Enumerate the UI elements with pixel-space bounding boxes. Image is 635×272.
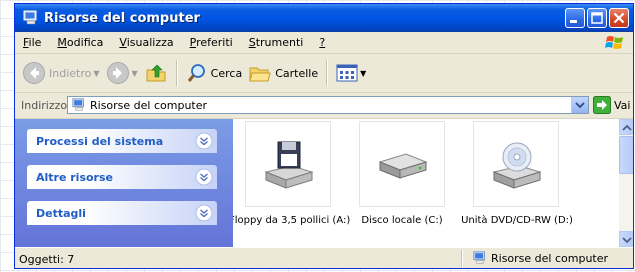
menu-accel: ? — [319, 36, 326, 49]
forward-dropdown-icon[interactable]: ▼ — [132, 69, 138, 78]
drive-item-local-disk[interactable] — [359, 121, 445, 207]
scroll-up-button[interactable] — [619, 119, 633, 135]
hard-disk-icon — [378, 153, 428, 179]
address-bar: Indirizzo Risorse del computer Vai — [15, 93, 633, 119]
scroll-thumb[interactable] — [619, 136, 633, 174]
menu-accel: M — [57, 36, 67, 49]
go-button[interactable]: Vai — [593, 96, 630, 114]
explorer-window: Risorse del computer File Modifica Visua… — [14, 3, 634, 269]
menu-accel: S — [248, 36, 256, 49]
window-controls — [565, 8, 629, 28]
menu-modifica[interactable]: Modifica — [49, 36, 111, 49]
maximize-icon — [591, 12, 603, 24]
menu-accel: V — [119, 36, 127, 49]
standard-toolbar: Indietro ▼ ▼ Cerca Cartelle ▼ — [15, 54, 633, 93]
chevron-down-icon[interactable] — [195, 204, 213, 222]
drive-item-dvd[interactable] — [473, 121, 559, 207]
panel-title: Processi del sistema — [36, 134, 164, 148]
panel-altre-risorse[interactable]: Altre risorse — [27, 165, 217, 189]
minimize-icon — [570, 20, 577, 23]
back-dropdown-icon[interactable]: ▼ — [93, 69, 99, 78]
menu-label: isualizza — [126, 36, 174, 49]
back-label: Indietro — [49, 66, 92, 80]
floppy-drive-icon — [264, 141, 314, 189]
content-area: Processi del sistema Altre risorse Detta… — [15, 119, 633, 247]
status-divider — [461, 250, 463, 267]
address-value: Risorse del computer — [90, 98, 208, 112]
go-label: Vai — [614, 98, 631, 112]
maximize-button[interactable] — [587, 8, 607, 28]
drive-label[interactable]: Disco locale (C:) — [347, 215, 457, 226]
drive-label[interactable]: Unità DVD/CD-RW (D:) — [459, 215, 575, 226]
forward-button[interactable]: ▼ — [103, 58, 141, 88]
status-object-count: Oggetti: 7 — [19, 253, 75, 266]
menu-strumenti[interactable]: Strumenti — [241, 36, 312, 49]
panel-dettagli[interactable]: Dettagli — [27, 201, 217, 225]
close-icon — [613, 12, 625, 24]
my-computer-icon — [23, 10, 37, 25]
address-label: Indirizzo — [21, 99, 68, 112]
chevron-down-icon — [575, 102, 585, 109]
title-bar[interactable]: Risorse del computer — [15, 4, 633, 32]
forward-arrow-icon — [106, 62, 129, 84]
views-button[interactable]: ▼ — [333, 58, 369, 88]
status-location-label: Risorse del computer — [491, 251, 609, 265]
my-computer-icon — [72, 98, 84, 111]
toolbar-separator — [326, 60, 329, 86]
menu-preferiti[interactable]: Preferiti — [182, 36, 241, 49]
search-label: Cerca — [210, 66, 243, 80]
menu-label: trumenti — [255, 36, 304, 49]
chevron-down-icon[interactable] — [195, 132, 213, 150]
up-folder-button[interactable] — [141, 58, 171, 88]
status-location: Risorse del computer — [473, 251, 608, 265]
scroll-down-button[interactable] — [619, 231, 633, 247]
views-icon — [336, 64, 358, 82]
minimize-button[interactable] — [565, 8, 585, 28]
menu-label: odifica — [66, 36, 104, 49]
address-dropdown-button[interactable] — [571, 97, 588, 113]
panel-title: Dettagli — [36, 206, 86, 220]
search-icon — [187, 64, 205, 82]
drive-label[interactable]: Floppy da 3,5 pollici (A:) — [233, 215, 350, 226]
back-arrow-icon — [23, 62, 45, 84]
toolbar-separator — [175, 60, 178, 86]
views-dropdown-icon[interactable]: ▼ — [360, 69, 366, 78]
menu-label: referiti — [196, 36, 233, 49]
window-title: Risorse del computer — [44, 10, 200, 26]
folders-label: Cartelle — [275, 66, 319, 80]
folders-button[interactable]: Cartelle — [245, 58, 321, 88]
back-button[interactable]: Indietro ▼ — [19, 58, 103, 88]
folders-icon — [249, 67, 271, 82]
address-field[interactable]: Risorse del computer — [67, 96, 589, 114]
menu-file[interactable]: File — [15, 36, 49, 49]
menu-label: ile — [28, 36, 42, 49]
menu-bar: File Modifica Visualizza Preferiti Strum… — [15, 32, 633, 54]
menu-visualizza[interactable]: Visualizza — [111, 36, 181, 49]
search-button[interactable]: Cerca — [183, 58, 246, 88]
dvd-drive-icon — [492, 142, 542, 189]
panel-processi[interactable]: Processi del sistema — [27, 129, 217, 153]
status-bar: Oggetti: 7 Risorse del computer — [15, 247, 633, 268]
chevron-down-icon[interactable] — [195, 168, 213, 186]
panel-title: Altre risorse — [36, 170, 113, 184]
go-arrow-icon — [593, 96, 611, 114]
task-pane: Processi del sistema Altre risorse Detta… — [15, 119, 233, 247]
chevron-up-icon — [622, 124, 632, 131]
menu-help[interactable]: ? — [311, 36, 333, 49]
chevron-down-icon — [622, 237, 632, 244]
my-computer-icon — [473, 251, 485, 264]
close-button[interactable] — [609, 8, 629, 28]
windows-logo-icon — [605, 36, 623, 49]
drive-item-floppy[interactable] — [245, 121, 331, 207]
vertical-scrollbar[interactable] — [619, 119, 633, 247]
file-list: Floppy da 3,5 pollici (A:) Disco locale … — [233, 119, 619, 247]
up-folder-icon — [146, 64, 166, 82]
